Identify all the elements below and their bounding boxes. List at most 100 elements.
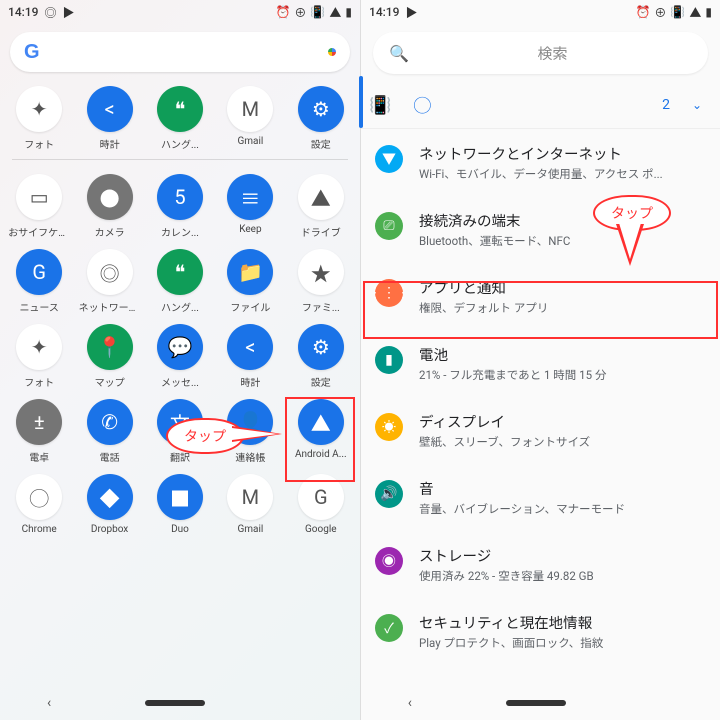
settings-row-音[interactable]: 🔊音音量、バイブレーション、マナーモード xyxy=(361,464,720,531)
row-title: ストレージ xyxy=(419,545,594,566)
app-label: Android A... xyxy=(295,449,347,460)
nav-bar: ‹ xyxy=(0,690,360,716)
settings-row-電池[interactable]: ▮電池21% - フル充電まであと 1 時間 15 分 xyxy=(361,330,720,397)
app-設定[interactable]: ⚙設定 xyxy=(286,324,356,389)
app-icon: ▭ xyxy=(16,174,62,220)
app-設定[interactable]: ⚙ 設定 xyxy=(286,86,356,151)
app-icon: ▲ xyxy=(298,399,344,445)
app-icon: 👤 xyxy=(227,399,273,445)
app-Gmail[interactable]: MGmail xyxy=(215,86,285,151)
app-電話[interactable]: ✆電話 xyxy=(74,399,144,464)
back-button[interactable]: ‹ xyxy=(408,695,412,711)
app-おサイフケータ...[interactable]: ▭ おサイフケータ... xyxy=(4,174,74,239)
app-label: ネットワークフ... xyxy=(79,299,141,314)
app-カメラ[interactable]: ● カメラ xyxy=(74,174,144,239)
settings-screen: 14:19 ▶ ⏰ ⊕ 📳 ▲ ▮ 🔍 検索 📳 ◯ 2 ⌄ ▼ネットワークとイ… xyxy=(360,0,720,720)
app-ネットワークフ...[interactable]: ◎ネットワークフ... xyxy=(74,249,144,314)
row-title: セキュリティと現在地情報 xyxy=(419,612,603,633)
row-text: 音音量、バイブレーション、マナーモード xyxy=(419,478,625,517)
status-right-icons: ⏰ ⊕ 📳 ▲ ▮ xyxy=(635,4,712,21)
app-icon: ✦ xyxy=(16,86,62,132)
status-bar: 14:19 ◎ ▶ ⏰ ⊕ 📳 ▲ ▮ xyxy=(0,0,360,24)
app-icon: 5 xyxy=(157,174,203,220)
app-Gmail[interactable]: MGmail xyxy=(215,474,285,535)
app-Android A...[interactable]: ▲ Android A... xyxy=(286,399,356,464)
app-label: 連絡帳 xyxy=(235,449,265,464)
app-翻訳[interactable]: 文翻訳 xyxy=(145,399,215,464)
app-時計[interactable]: <時計 xyxy=(215,324,285,389)
app-Duo[interactable]: ■Duo xyxy=(145,474,215,535)
app-フォト[interactable]: ✦フォト xyxy=(4,86,74,151)
app-電卓[interactable]: ±電卓 xyxy=(4,399,74,464)
app-icon: G xyxy=(16,249,62,295)
status-icon: ▶ xyxy=(405,4,417,21)
row-subtitle: 21% - フル充電まであと 1 時間 15 分 xyxy=(419,367,606,383)
settings-row-ディスプレイ[interactable]: ☀ディスプレイ壁紙、スリーブ、フォントサイズ xyxy=(361,397,720,464)
settings-row-ネットワークとインターネット[interactable]: ▼ネットワークとインターネットWi-Fi、モバイル、データ使用量、アクセス ポ.… xyxy=(361,129,720,196)
app-ハング...[interactable]: ❝ ハング... xyxy=(145,249,215,314)
battery-icon: ▮ xyxy=(345,5,352,19)
settings-row-アプリと通知[interactable]: ⋮⋮⋮アプリと通知権限、デフォルト アプリ xyxy=(361,263,720,330)
alarm-icon: ⏰ xyxy=(275,5,290,19)
home-pill[interactable] xyxy=(506,700,566,706)
suggestion-strip[interactable]: 📳 ◯ 2 ⌄ xyxy=(361,82,720,129)
app-label: フォト xyxy=(24,374,54,389)
app-Chrome[interactable]: ◯Chrome xyxy=(4,474,74,535)
app-Keep[interactable]: ≡Keep xyxy=(215,174,285,239)
settings-row-接続済みの端末[interactable]: ⎚接続済みの端末Bluetooth、運転モード、NFC xyxy=(361,196,720,263)
app-label: Gmail xyxy=(237,136,263,147)
google-search-bar[interactable]: G xyxy=(10,32,350,72)
vibrate-icon: 📳 xyxy=(670,5,685,19)
app-icon: ⚙ xyxy=(298,86,344,132)
app-icon: < xyxy=(87,86,133,132)
app-カレン...[interactable]: 5 カレン... xyxy=(145,174,215,239)
app-icon: M xyxy=(227,474,273,520)
app-label: 設定 xyxy=(311,374,331,389)
settings-row-ストレージ[interactable]: ◉ストレージ使用済み 22% - 空き容量 49.82 GB xyxy=(361,531,720,598)
row-text: ディスプレイ壁紙、スリーブ、フォントサイズ xyxy=(419,411,590,450)
back-button[interactable]: ‹ xyxy=(47,695,51,711)
row-text: ストレージ使用済み 22% - 空き容量 49.82 GB xyxy=(419,545,594,584)
app-Dropbox[interactable]: ◆Dropbox xyxy=(74,474,144,535)
row-text: ネットワークとインターネットWi-Fi、モバイル、データ使用量、アクセス ポ..… xyxy=(419,143,663,182)
app-ファミ...[interactable]: ★ファミ... xyxy=(286,249,356,314)
status-bar: 14:19 ▶ ⏰ ⊕ 📳 ▲ ▮ xyxy=(361,0,720,24)
app-ファイル[interactable]: 📁ファイル xyxy=(215,249,285,314)
settings-row-セキュリティと現在地情報[interactable]: ✓セキュリティと現在地情報Play プロテクト、画面ロック、指紋 xyxy=(361,598,720,665)
row-text: 電池21% - フル充電まであと 1 時間 15 分 xyxy=(419,344,606,383)
app-連絡帳[interactable]: 👤 連絡帳 xyxy=(215,399,285,464)
row-icon: ⎚ xyxy=(375,212,403,240)
chevron-down-icon: ⌄ xyxy=(692,98,702,112)
row-subtitle: 音量、バイブレーション、マナーモード xyxy=(419,501,625,517)
assistant-icon[interactable] xyxy=(328,48,336,56)
app-icon: ● xyxy=(87,174,133,220)
app-ニュース[interactable]: Gニュース xyxy=(4,249,74,314)
loading-suggestion-icon: ◯ xyxy=(413,92,431,118)
row-title: ディスプレイ xyxy=(419,411,590,432)
app-マップ[interactable]: 📍マップ xyxy=(74,324,144,389)
app-label: 翻訳 xyxy=(170,449,190,464)
battery-icon: ▮ xyxy=(705,5,712,19)
row-icon: ✓ xyxy=(375,614,403,642)
app-メッセ...[interactable]: 💬メッセ... xyxy=(145,324,215,389)
app-時計[interactable]: <時計 xyxy=(74,86,144,151)
row-subtitle: Wi-Fi、モバイル、データ使用量、アクセス ポ... xyxy=(419,166,663,182)
app-icon: ❝ xyxy=(157,249,203,295)
app-label: カレン... xyxy=(161,224,199,239)
app-label: おサイフケータ... xyxy=(8,224,70,239)
app-label: Keep xyxy=(239,224,261,235)
app-icon: 💬 xyxy=(157,324,203,370)
app-ドライブ[interactable]: ▲ドライブ xyxy=(286,174,356,239)
home-pill[interactable] xyxy=(145,700,205,706)
row-title: 音 xyxy=(419,478,625,499)
row-title: アプリと通知 xyxy=(419,277,548,298)
settings-search-bar[interactable]: 🔍 検索 xyxy=(373,32,708,74)
app-label: ハング... xyxy=(161,299,199,314)
alarm-icon: ⏰ xyxy=(635,5,650,19)
app-ハング...[interactable]: ❝ハング... xyxy=(145,86,215,151)
app-label: カメラ xyxy=(95,224,125,239)
clock-text: 14:19 xyxy=(369,5,399,19)
app-label: 設定 xyxy=(311,136,331,151)
app-Google[interactable]: GGoogle xyxy=(286,474,356,535)
app-フォト[interactable]: ✦フォト xyxy=(4,324,74,389)
